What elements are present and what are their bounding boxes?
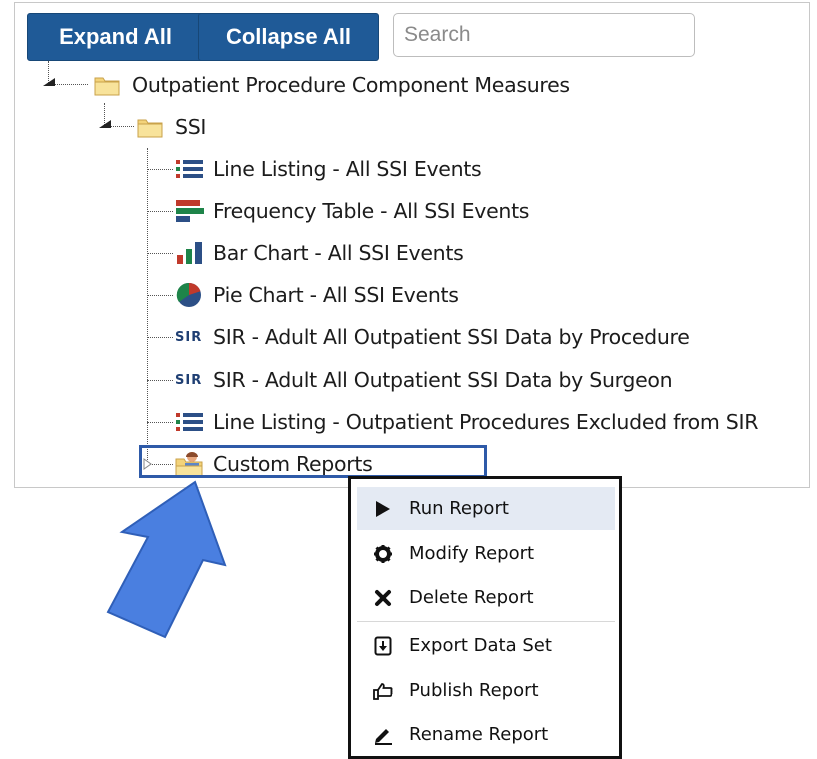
tree-item-sir-procedure[interactable]: SIR SIR - Adult All Outpatient SSI Data … bbox=[175, 317, 690, 357]
report-tree-panel: Expand All Collapse All Outpatient Proce… bbox=[14, 2, 810, 488]
tree-item-label: SIR - Adult All Outpatient SSI Data by P… bbox=[213, 325, 690, 349]
tree-connector bbox=[147, 295, 173, 296]
tree-item-label: Line Listing - All SSI Events bbox=[213, 157, 482, 181]
tree-item-label: Pie Chart - All SSI Events bbox=[213, 283, 459, 307]
expand-all-button[interactable]: Expand All bbox=[27, 13, 204, 61]
folder-icon bbox=[137, 114, 169, 140]
tree-connector bbox=[147, 211, 173, 212]
menu-item-label: Publish Report bbox=[409, 680, 539, 701]
menu-item-label: Delete Report bbox=[409, 587, 534, 608]
menu-item-export-data-set[interactable]: Export Data Set bbox=[357, 624, 615, 667]
frequency-table-icon bbox=[175, 198, 207, 224]
tree-item-frequency-table[interactable]: Frequency Table - All SSI Events bbox=[175, 191, 530, 231]
thumbs-up-icon bbox=[357, 682, 409, 700]
tree-connector bbox=[147, 380, 173, 381]
tree-item-label: SIR - Adult All Outpatient SSI Data by S… bbox=[213, 368, 673, 392]
export-icon bbox=[357, 636, 409, 656]
menu-item-publish-report[interactable]: Publish Report bbox=[357, 669, 615, 712]
expanded-toggle-icon[interactable] bbox=[43, 76, 57, 88]
x-icon bbox=[357, 589, 409, 607]
tree-item-pie-chart[interactable]: Pie Chart - All SSI Events bbox=[175, 275, 459, 315]
tree-connector bbox=[147, 337, 173, 338]
pencil-icon bbox=[357, 725, 409, 745]
context-menu: Run Report Modify Report Delete Report E… bbox=[348, 476, 622, 759]
tree-item-line-listing-excluded[interactable]: Line Listing - Outpatient Procedures Exc… bbox=[175, 402, 759, 442]
tree-item-label: Frequency Table - All SSI Events bbox=[213, 199, 530, 223]
menu-item-run-report[interactable]: Run Report bbox=[357, 487, 615, 530]
menu-item-label: Rename Report bbox=[409, 724, 549, 745]
menu-item-label: Modify Report bbox=[409, 543, 535, 564]
tree-folder-label: SSI bbox=[175, 115, 207, 139]
menu-item-delete-report[interactable]: Delete Report bbox=[357, 576, 615, 619]
pie-chart-icon bbox=[175, 282, 207, 308]
menu-separator bbox=[357, 621, 615, 622]
folder-icon bbox=[94, 72, 126, 98]
sir-icon: SIR bbox=[175, 329, 203, 345]
tree-item-label: Line Listing - Outpatient Procedures Exc… bbox=[213, 410, 759, 434]
line-listing-icon bbox=[175, 409, 207, 435]
tree-folder-root[interactable]: Outpatient Procedure Component Measures bbox=[94, 65, 570, 105]
tree-item-line-listing-all[interactable]: Line Listing - All SSI Events bbox=[175, 149, 482, 189]
sir-icon: SIR bbox=[175, 372, 203, 388]
line-listing-icon bbox=[175, 156, 207, 182]
selection-highlight bbox=[139, 445, 487, 478]
menu-item-label: Run Report bbox=[409, 498, 509, 519]
tree-folder-ssi[interactable]: SSI bbox=[137, 107, 206, 147]
play-icon bbox=[357, 500, 409, 518]
collapse-all-button[interactable]: Collapse All bbox=[198, 13, 379, 61]
menu-item-label: Export Data Set bbox=[409, 635, 552, 656]
tree-connector bbox=[147, 253, 173, 254]
expanded-toggle-icon[interactable] bbox=[99, 118, 113, 130]
tree-item-sir-surgeon[interactable]: SIR SIR - Adult All Outpatient SSI Data … bbox=[175, 360, 673, 400]
tree-connector bbox=[147, 422, 173, 423]
tree-connector bbox=[147, 148, 148, 466]
bar-chart-icon bbox=[175, 240, 207, 266]
tree-item-label: Bar Chart - All SSI Events bbox=[213, 241, 464, 265]
gear-icon bbox=[357, 544, 409, 564]
search-input[interactable] bbox=[393, 13, 695, 57]
menu-item-modify-report[interactable]: Modify Report bbox=[357, 532, 615, 575]
tree-folder-label: Outpatient Procedure Component Measures bbox=[132, 73, 570, 97]
tree-item-bar-chart[interactable]: Bar Chart - All SSI Events bbox=[175, 233, 464, 273]
tree-connector bbox=[147, 169, 173, 170]
menu-item-rename-report[interactable]: Rename Report bbox=[357, 713, 615, 756]
